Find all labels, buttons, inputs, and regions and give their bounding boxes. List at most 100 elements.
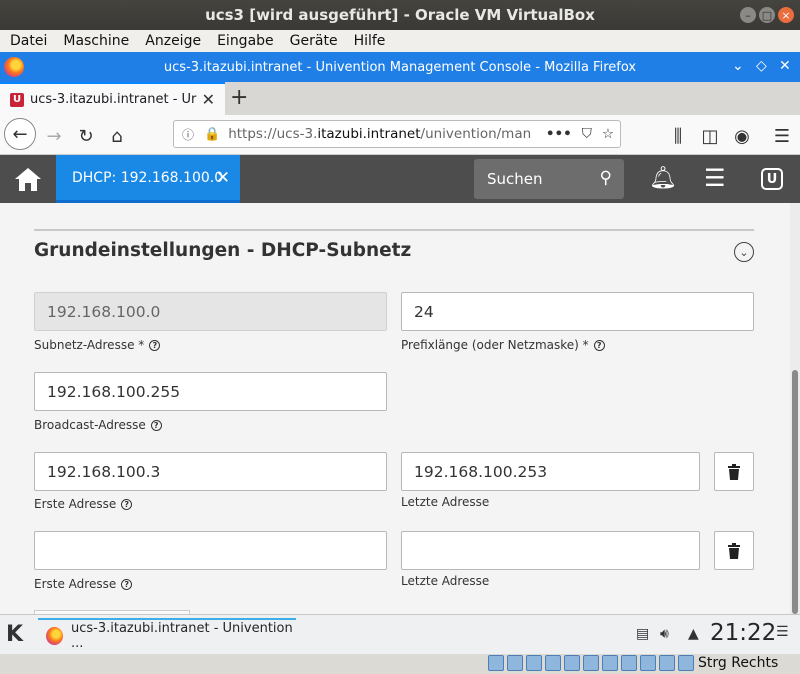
window-controls: – □ × [740,7,794,23]
menu-maschine[interactable]: Maschine [55,33,137,49]
prefix-length-label: Prefixlänge (oder Netzmaske) *? [401,338,605,352]
last-address-field[interactable] [401,531,700,570]
tray-expand-icon[interactable]: ▲ [688,626,699,642]
tab-close-icon[interactable]: ✕ [202,90,215,109]
taskbar-item-firefox[interactable]: ucs-3.itazubi.intranet - Univention ... [38,618,296,651]
clipboard-icon[interactable]: ▤ [636,626,649,642]
broadcast-address-field[interactable]: 192.168.100.255 [34,372,387,411]
delete-range-button[interactable] [714,531,754,570]
last-address-field[interactable]: 192.168.100.253 [401,452,700,491]
umc-menu-icon[interactable]: ☰ [704,164,726,192]
menu-anzeige[interactable]: Anzeige [137,33,209,49]
reload-icon[interactable]: ↻ [72,122,100,150]
mouse-integration-icon[interactable] [659,655,675,671]
trash-icon [728,463,740,480]
url-prefix: https://ucs-3. [228,126,318,142]
broadcast-address-label: Broadcast-Adresse? [34,418,162,432]
pocket-icon[interactable]: ⛉ [582,126,592,142]
vbox-menu-bar: Datei Maschine Anzeige Eingabe Geräte Hi… [0,30,800,52]
browser-tab[interactable]: U ucs-3.itazubi.intranet - Ur ✕ [0,82,225,115]
umc-search-placeholder: Suchen [487,170,543,188]
delete-range-button[interactable] [714,452,754,491]
trash-icon [728,542,740,559]
back-arrow-icon[interactable]: ← [4,118,36,150]
first-address-label: Erste Adresse? [34,497,133,511]
collapse-chevron-icon[interactable]: ⌄ [734,242,754,262]
first-address-label-text: Erste Adresse [34,577,117,591]
firefox-title-text: ucs-3.itazubi.intranet - Univention Mana… [163,59,637,75]
umc-search[interactable]: Suchen ⚲ [474,159,624,199]
clock[interactable]: 21:22 [710,620,776,646]
keyboard-icon[interactable] [678,655,694,671]
library-icon[interactable]: ⫼ [664,122,692,150]
url-bar[interactable]: ⓘ 🔒 https://ucs-3. itazubi.intranet/unive… [173,120,621,148]
maximize-icon[interactable]: □ [759,7,775,23]
shared-folders-icon[interactable] [583,655,599,671]
section-title: Grundeinstellungen - DHCP-Subnetz [34,240,412,261]
umc-tab-close-icon[interactable]: ✕ [216,168,230,188]
bookmark-star-icon[interactable]: ☆ [602,126,614,142]
vbox-title-text: ucs3 [wird ausgeführt] - Oracle VM Virtu… [205,6,595,24]
taskbar-item-title: ucs-3.itazubi.intranet - Univention ... [71,620,293,651]
first-address-label: Erste Adresse? [34,577,133,591]
firefox-window-title: ucs-3.itazubi.intranet - Univention Mana… [0,52,800,82]
menu-eingabe[interactable]: Eingabe [209,33,282,49]
home-icon[interactable]: ⌂ [103,122,131,150]
umc-home-icon[interactable] [14,166,42,192]
notifications-bell-icon[interactable]: 🔔︎ [649,166,677,191]
univention-logo-icon[interactable]: U [761,168,783,190]
last-address-label: Letzte Adresse [401,495,490,509]
lock-icon: 🔒 [204,126,221,142]
browser-tab-title: ucs-3.itazubi.intranet - Ur [30,92,197,107]
volume-icon[interactable]: 🔊︎ [660,626,669,642]
vbox-window-title: ucs3 [wird ausgeführt] - Oracle VM Virtu… [0,0,800,30]
umc-tab-label: DHCP: 192.168.100.0 [72,169,224,186]
restore-icon[interactable]: ◇ [756,58,767,74]
info-icon[interactable]: ⓘ [182,126,194,143]
menu-datei[interactable]: Datei [2,33,55,49]
umc-tab-dhcp[interactable]: DHCP: 192.168.100.0 ✕ [56,155,240,203]
broadcast-address-label-text: Broadcast-Adresse [34,418,146,432]
new-tab-icon[interactable]: + [230,85,248,110]
section-divider [34,229,754,231]
host-key-label: Strg Rechts [698,655,779,671]
help-icon[interactable]: ? [593,339,605,351]
usb-icon[interactable] [564,655,580,671]
harddisk-icon[interactable] [488,655,504,671]
close-icon[interactable]: × [778,7,794,23]
sidebar-icon[interactable]: ◫ [696,122,724,150]
help-icon[interactable]: ? [121,498,133,510]
scrollbar-thumb[interactable] [792,370,798,614]
firefox-logo-icon [4,57,24,77]
minimize-icon[interactable]: – [740,7,756,23]
menu-geraete[interactable]: Geräte [282,33,346,49]
forward-arrow-icon[interactable]: → [40,122,68,150]
network-icon[interactable] [545,655,561,671]
display-icon[interactable] [602,655,618,671]
firefox-close-icon[interactable]: ✕ [779,58,791,74]
first-address-field[interactable] [34,531,387,570]
vbox-status-icons [488,655,694,671]
recording-icon[interactable] [621,655,637,671]
subnet-address-field: 192.168.100.0 [34,292,387,331]
help-icon[interactable]: ? [149,339,161,351]
help-icon[interactable]: ? [121,578,133,590]
subnet-address-label: Subnetz-Adresse *? [34,338,161,352]
univention-favicon-icon: U [10,92,24,107]
menu-hilfe[interactable]: Hilfe [346,33,394,49]
account-icon[interactable]: ◉ [728,122,756,150]
taskbar-menu-icon[interactable]: ☰ [776,624,789,640]
kde-launcher-icon[interactable]: K [6,622,23,647]
virtualization-icon[interactable] [640,655,656,671]
chevron-down-icon[interactable]: ⌄ [732,58,744,74]
first-address-field[interactable]: 192.168.100.3 [34,452,387,491]
search-icon[interactable]: ⚲ [600,168,612,188]
optical-drive-icon[interactable] [507,655,523,671]
audio-icon[interactable] [526,655,542,671]
help-icon[interactable]: ? [150,419,162,431]
first-address-label-text: Erste Adresse [34,497,117,511]
url-path: /univention/man [420,126,532,142]
menu-hamburger-icon[interactable]: ☰ [768,122,796,150]
prefix-length-field[interactable]: 24 [401,292,754,331]
page-actions-icon[interactable]: ••• [546,126,572,142]
